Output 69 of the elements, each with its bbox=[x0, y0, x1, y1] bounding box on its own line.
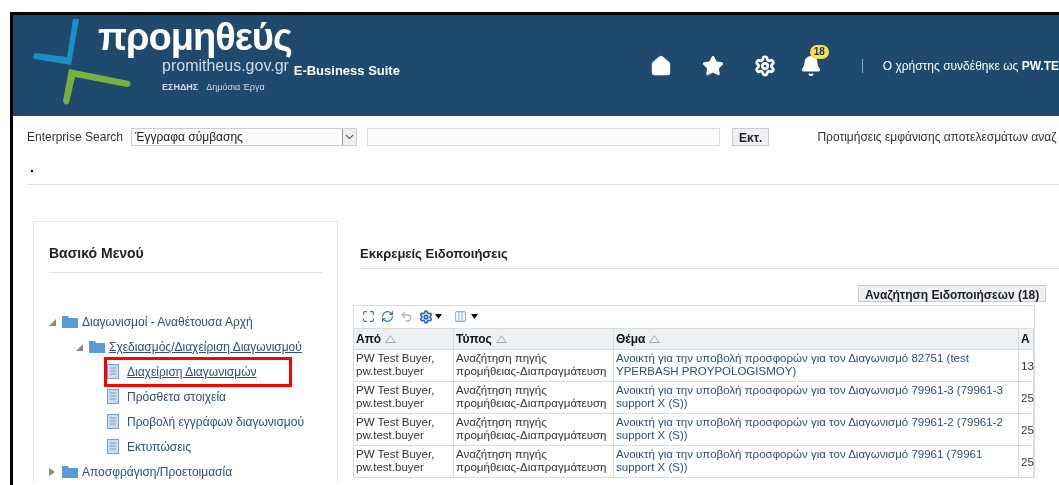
folder-icon bbox=[62, 465, 78, 478]
menu-folder-link[interactable]: Σχεδιασμός/Διαχείριση Διαγωνισμού bbox=[109, 337, 302, 356]
suite-title: E-Business Suite bbox=[293, 62, 400, 80]
table-cell-text: PW Test Buyer, pw.test.buyer bbox=[356, 350, 436, 378]
table-cell-text: 25 bbox=[1021, 422, 1034, 437]
menu-item[interactable]: Πρόσθετα στοιχεία bbox=[107, 387, 226, 406]
subject-link[interactable]: Ανοικτή για την υποβολή προσφορών για τον Διαγωνισμό 79961-3 (79961-3 support X (S)) bbox=[616, 381, 1016, 410]
menu-item[interactable]: Εκτυπώσεις bbox=[107, 437, 191, 456]
menu-folder-link[interactable]: Διαγωνισμοί - Αναθέτουσα Αρχή bbox=[82, 312, 253, 331]
table-cell-text: PW Test Buyer, pw.test.buyer bbox=[356, 414, 436, 442]
category-dropdown[interactable]: Έγγραφα σύμβασης bbox=[131, 128, 358, 146]
folder-icon bbox=[89, 340, 105, 353]
home-icon[interactable] bbox=[649, 55, 672, 77]
columns-menu-button[interactable] bbox=[454, 310, 478, 323]
page-icon bbox=[107, 389, 119, 404]
search-field[interactable] bbox=[367, 128, 721, 146]
subject-link[interactable]: Ανοικτή για την υποβολή προσφορών για τον Διαγωνισμό 79961-2 (79961-2 support X (S)) bbox=[616, 413, 1016, 442]
collapsed-triangle-icon[interactable] bbox=[49, 467, 56, 476]
sort-arrow-icon bbox=[649, 334, 661, 343]
folder-icon bbox=[62, 315, 78, 328]
table-cell-text: PW Test Buyer, pw.test.buyer bbox=[356, 446, 436, 474]
caret-icon bbox=[435, 314, 442, 319]
menu-link[interactable]: Διαχείριση Διαγωνισμών bbox=[127, 362, 257, 381]
subject-link[interactable]: Ανοικτή για την υποβολή προσφορών για τον Διαγωνισμό 79961 (79961 support X (S)) bbox=[616, 445, 1016, 474]
menu-folder-link[interactable]: Αποσφράγιση/Προετοιμασία bbox=[82, 462, 233, 481]
table-cell-text: 25 bbox=[1021, 390, 1034, 405]
sort-arrow-icon bbox=[385, 334, 397, 343]
search-preferences-link[interactable]: Προτιμήσεις εμφάνισης αποτελεσμάτων αναζ bbox=[817, 128, 1057, 146]
go-button[interactable]: Εκτ. bbox=[732, 128, 770, 146]
logo-wordmark: προμηθεύς bbox=[98, 17, 292, 57]
bell-icon[interactable] bbox=[799, 55, 822, 77]
search-notifications-button[interactable]: Αναζήτηση Ειδοποιήσεων (18) bbox=[858, 284, 1047, 302]
column-header[interactable]: Από bbox=[354, 328, 454, 349]
caret-icon bbox=[471, 314, 478, 319]
notifications-title: Εκκρεμείς Ειδοποιήσεις bbox=[360, 244, 1059, 269]
notification-badge: 18 bbox=[809, 45, 829, 59]
page-icon bbox=[107, 439, 119, 454]
dot-text: . bbox=[30, 159, 35, 175]
table-cell-text: Αναζήτηση πηγής προμήθειας-Διαπραγμάτευση bbox=[456, 382, 608, 410]
page-icon bbox=[107, 414, 119, 429]
table-cell-text: PW Test Buyer, pw.test.buyer bbox=[356, 382, 436, 410]
column-header[interactable]: Θέμα bbox=[614, 328, 1019, 349]
expanded-triangle-icon[interactable] bbox=[76, 342, 83, 351]
highlighted-menu-item[interactable]: Διαχείριση Διαγωνισμών bbox=[104, 356, 292, 387]
table-cell-text: 25 bbox=[1021, 454, 1034, 469]
column-header[interactable]: Τύπος bbox=[454, 328, 614, 349]
logo-subtitle: Δημόσια Έργα bbox=[206, 81, 265, 94]
logo-system: ΕΣΗΔΗΣ bbox=[162, 81, 199, 94]
subject-link[interactable]: Ανοικτή για την υποβολή προσφορών για τον Διαγωνισμό 82751 (test YPERBASH PROYPOLOGISMOY) bbox=[616, 349, 1016, 378]
maximize-icon[interactable] bbox=[362, 310, 375, 323]
table-cell-text: Αναζήτηση πηγής προμήθειας-Διαπραγμάτευση bbox=[456, 446, 608, 474]
main-menu-title: Βασικό Μενού bbox=[49, 243, 322, 273]
column-header[interactable]: Α bbox=[1019, 328, 1034, 349]
menu-link[interactable]: Εκτυπώσεις bbox=[127, 437, 191, 456]
page-icon bbox=[107, 364, 119, 379]
table-cell-text: Αναζήτηση πηγής προμήθειας-Διαπραγμάτευση bbox=[456, 350, 608, 378]
table-cell-text: 13 bbox=[1021, 358, 1034, 373]
user-status: Ο χρήστης συνδέθηκε ως PW.TE bbox=[882, 58, 1059, 75]
sort-arrow-icon bbox=[495, 334, 507, 343]
menu-link[interactable]: Πρόσθετα στοιχεία bbox=[127, 387, 226, 406]
caret-icon bbox=[342, 129, 357, 145]
table-cell-text: Αναζήτηση πηγής προμήθειας-Διαπραγμάτευση bbox=[456, 414, 608, 442]
refresh-icon[interactable] bbox=[381, 310, 394, 323]
settings-menu-button[interactable] bbox=[419, 309, 442, 324]
settings-icon[interactable] bbox=[753, 55, 776, 77]
logo-domain: promitheus.gov.gr bbox=[162, 57, 289, 75]
search-label: Enterprise Search bbox=[27, 129, 124, 146]
expanded-triangle-icon[interactable] bbox=[49, 317, 56, 326]
star-icon[interactable] bbox=[701, 55, 724, 77]
